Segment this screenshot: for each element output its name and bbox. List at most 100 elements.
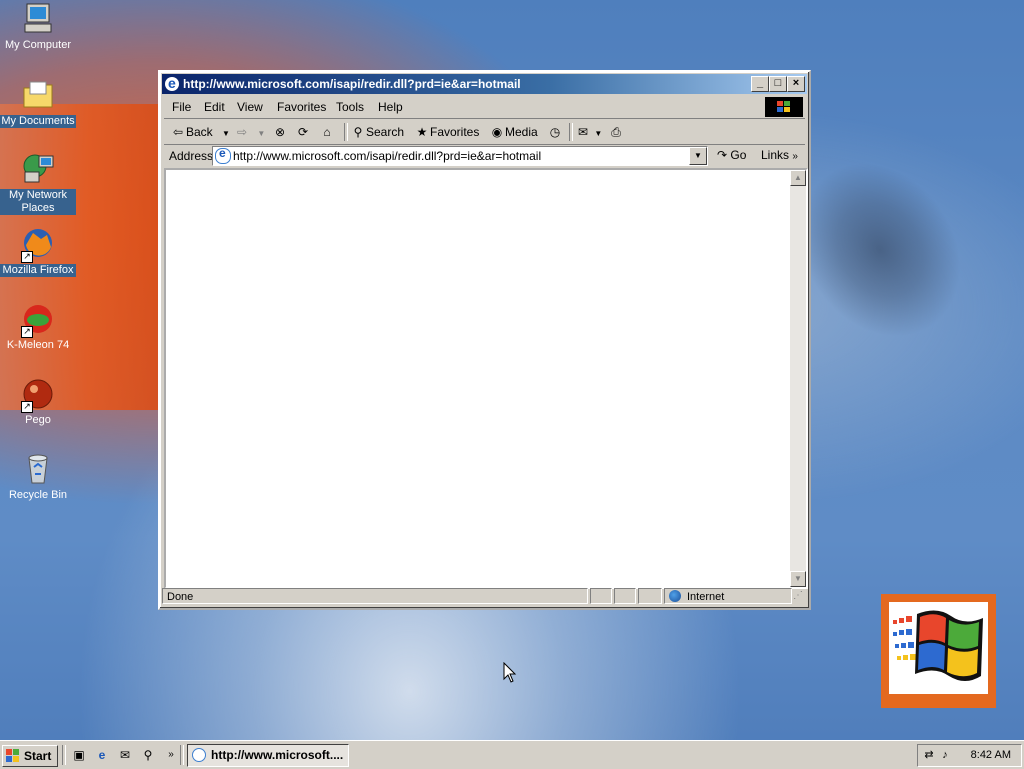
system-tray: ⇄ ♪ 8:42 AM <box>917 744 1022 767</box>
menu-help[interactable]: Help <box>378 100 403 114</box>
toolbar-separator <box>344 123 348 141</box>
windows-logo-frame <box>881 594 996 708</box>
page-content-area[interactable]: ▲ ▼ <box>164 168 808 589</box>
ie-quicklaunch-icon[interactable]: e <box>94 747 110 763</box>
close-button[interactable]: × <box>787 76 805 92</box>
forward-arrow-icon: ⇨ <box>236 125 248 139</box>
home-button[interactable]: ⌂ <box>319 123 335 141</box>
status-pane <box>638 588 662 604</box>
menu-tools[interactable]: Tools <box>336 100 364 114</box>
outlook-quicklaunch-icon[interactable]: ✉ <box>117 747 133 763</box>
mail-button[interactable]: ✉ ▼ <box>575 123 602 141</box>
desktop-icon-recycle-bin[interactable]: Recycle Bin <box>0 452 76 502</box>
windows-flag-icon <box>777 101 790 112</box>
standard-toolbar: ⇦ Back ▼ ⇨ ▼ ⊗ ⟳ ⌂ ⚲ Search ★ Favorites ◉ Me… <box>164 120 805 145</box>
forward-button[interactable]: ⇨ ▼ <box>234 123 265 141</box>
desktop-icon-label: Pego <box>25 414 51 426</box>
refresh-icon: ⟳ <box>297 125 309 139</box>
media-button[interactable]: ◉ Media <box>489 123 538 141</box>
taskbar: Start ▣ e ✉ ⚲ » http://www.microsoft....… <box>0 740 1024 769</box>
menu-edit[interactable]: Edit <box>204 100 225 114</box>
shortcut-arrow-icon: ↗ <box>21 326 33 338</box>
shortcut-arrow-icon: ↗ <box>21 401 33 413</box>
address-field[interactable]: ▼ <box>212 146 708 166</box>
menu-file[interactable]: File <box>172 100 191 114</box>
desktop-icon-label: My Documents <box>0 115 76 128</box>
taskbar-separator <box>62 745 66 765</box>
vertical-scrollbar[interactable]: ▲ ▼ <box>790 170 806 587</box>
status-pane <box>614 588 636 604</box>
address-bar: Address ▼ ↷ Go Links » <box>164 145 805 167</box>
maximize-button[interactable]: □ <box>769 76 787 92</box>
explorer-quicklaunch-icon[interactable]: ⚲ <box>140 747 156 763</box>
refresh-button[interactable]: ⟳ <box>295 123 311 141</box>
network-tray-icon[interactable]: ⇄ <box>922 748 936 762</box>
desktop-icon-label: My Computer <box>4 39 72 51</box>
security-zone: Internet <box>664 588 792 604</box>
clock[interactable]: 8:42 AM <box>971 745 1011 766</box>
dropdown-arrow-icon: ▼ <box>594 129 603 138</box>
recycle-bin-icon <box>21 452 55 486</box>
home-icon: ⌂ <box>323 125 331 139</box>
search-button[interactable]: ⚲ Search <box>350 123 404 141</box>
history-button[interactable]: ◷ <box>547 123 563 141</box>
mail-icon: ✉ <box>577 125 589 139</box>
start-button[interactable]: Start <box>2 745 58 767</box>
chevron-right-icon[interactable]: » <box>163 747 179 763</box>
show-desktop-icon[interactable]: ▣ <box>71 747 87 763</box>
resize-grip-icon[interactable]: ⋰ <box>793 590 807 604</box>
stop-icon: ⊗ <box>274 125 286 139</box>
stop-button[interactable]: ⊗ <box>272 123 288 141</box>
chevron-right-icon: » <box>792 151 798 162</box>
folder-icon <box>21 78 55 112</box>
print-button[interactable]: ⎙ <box>608 123 624 141</box>
address-label: Address <box>169 149 214 163</box>
dropdown-arrow-icon: ▼ <box>222 129 230 138</box>
toolbar-separator <box>569 123 573 141</box>
desktop-icon-my-documents[interactable]: My Documents <box>0 78 76 128</box>
ie-page-icon <box>215 146 231 164</box>
links-button[interactable]: Links » <box>761 148 798 162</box>
taskbar-separator <box>180 745 184 765</box>
print-icon: ⎙ <box>611 125 621 139</box>
ie-icon <box>165 73 179 93</box>
address-input[interactable] <box>233 148 683 164</box>
address-dropdown-button[interactable]: ▼ <box>689 147 707 165</box>
desktop-icon-k-meleon[interactable]: ↗ K-Meleon 74 <box>0 302 76 352</box>
computer-icon <box>21 2 55 36</box>
scroll-up-button[interactable]: ▲ <box>790 170 806 186</box>
windows-flag-icon <box>6 749 19 762</box>
history-icon: ◷ <box>549 125 561 139</box>
go-button[interactable]: ↷ Go <box>717 148 746 162</box>
back-button[interactable]: ⇦ Back ▼ <box>170 123 230 141</box>
taskbar-window-button[interactable]: http://www.microsoft.... <box>187 744 349 767</box>
favorites-button[interactable]: ★ Favorites <box>414 123 480 141</box>
desktop-icon-label: Mozilla Firefox <box>0 264 76 277</box>
volume-tray-icon[interactable]: ♪ <box>938 748 952 762</box>
status-pane <box>590 588 612 604</box>
media-icon: ◉ <box>491 125 503 139</box>
search-icon: ⚲ <box>353 125 363 139</box>
minimize-button[interactable]: _ <box>751 76 769 92</box>
windows-logo <box>889 602 988 694</box>
desktop-icon-my-computer[interactable]: My Computer <box>0 2 76 52</box>
back-arrow-icon: ⇦ <box>172 125 184 139</box>
window-title: http://www.microsoft.com/isapi/redir.dll… <box>183 77 521 91</box>
window-titlebar[interactable]: http://www.microsoft.com/isapi/redir.dll… <box>162 73 807 94</box>
menu-favorites[interactable]: Favorites <box>277 100 326 114</box>
dropdown-arrow-icon: ▼ <box>257 129 266 138</box>
browser-window: http://www.microsoft.com/isapi/redir.dll… <box>158 70 811 610</box>
globe-icon <box>669 590 681 602</box>
firefox-icon: ↗ <box>21 227 55 263</box>
pego-icon: ↗ <box>21 377 55 413</box>
menu-view[interactable]: View <box>237 100 263 114</box>
menu-bar: File Edit View Favorites Tools Help <box>164 96 805 119</box>
desktop-icon-my-network-places[interactable]: My Network Places <box>0 152 76 215</box>
ie-throbber <box>765 97 803 117</box>
desktop-icon-label: Recycle Bin <box>8 489 68 501</box>
desktop-icon-label: K-Meleon 74 <box>6 339 70 351</box>
favorites-icon: ★ <box>416 125 428 139</box>
desktop-icon-pego[interactable]: ↗ Pego <box>0 377 76 427</box>
desktop-icon-mozilla-firefox[interactable]: ↗ Mozilla Firefox <box>0 227 76 277</box>
scroll-down-button[interactable]: ▼ <box>790 571 806 587</box>
